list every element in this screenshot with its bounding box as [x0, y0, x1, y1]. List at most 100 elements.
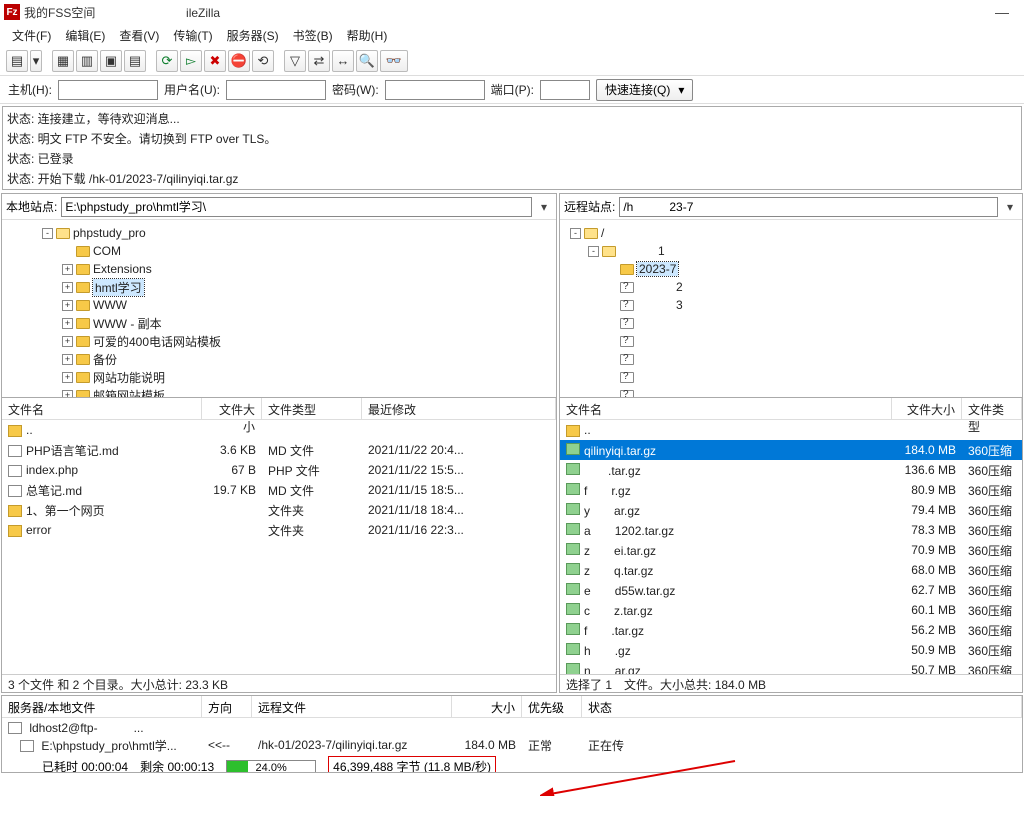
tree-node[interactable]: -/ — [560, 224, 1022, 242]
cancel-button[interactable]: ✖ — [204, 50, 226, 72]
qcol-server[interactable]: 服务器/本地文件 — [2, 696, 202, 717]
tb-localtree-icon[interactable]: ▥ — [76, 50, 98, 72]
menu-help[interactable]: 帮助(H) — [343, 25, 392, 46]
col-modified[interactable]: 最近修改 — [362, 398, 556, 419]
tree-node[interactable]: +WWW — [2, 296, 556, 314]
file-row[interactable]: f .tar.gz56.2 MB360压缩 — [560, 620, 1022, 640]
expand-icon[interactable]: + — [62, 300, 73, 311]
qcol-prio[interactable]: 优先级 — [522, 696, 582, 717]
status-log[interactable]: 状态: 连接建立，等待欢迎消息... 状态: 明文 FTP 不安全。请切换到 F… — [2, 106, 1022, 190]
col-name[interactable]: 文件名 — [2, 398, 202, 419]
quickconnect-button[interactable]: 快速连接(Q) ▾ — [596, 79, 693, 101]
menu-file[interactable]: 文件(F) — [8, 25, 55, 46]
expand-icon[interactable]: + — [62, 282, 73, 293]
local-path-input[interactable] — [61, 197, 532, 217]
expand-icon[interactable] — [606, 390, 617, 399]
file-row[interactable]: a 1202.tar.gz78.3 MB360压缩 — [560, 520, 1022, 540]
tree-node[interactable]: COM — [2, 242, 556, 260]
tree-node[interactable]: +备份 — [2, 350, 556, 368]
remote-path-prefix[interactable]: /h — [623, 200, 633, 214]
tb-processqueue-icon[interactable]: ▻ — [180, 50, 202, 72]
file-row[interactable]: .. — [560, 420, 1022, 440]
expand-icon[interactable] — [606, 282, 617, 293]
tb-queuepane-icon[interactable]: ▤ — [124, 50, 146, 72]
tree-node[interactable] — [560, 350, 1022, 368]
local-filelist[interactable]: 文件名 文件大小 文件类型 最近修改 ..PHP语言笔记.md3.6 KBMD … — [2, 398, 556, 674]
file-row[interactable]: 1、第一个网页文件夹2021/11/18 18:4... — [2, 500, 556, 520]
minimize-button[interactable]: — — [984, 1, 1020, 23]
file-row[interactable]: index.php67 BPHP 文件2021/11/22 15:5... — [2, 460, 556, 480]
file-row[interactable]: z q.tar.gz68.0 MB360压缩 — [560, 560, 1022, 580]
sitemanager-button[interactable]: ▤ — [6, 50, 28, 72]
col-type[interactable]: 文件类型 — [262, 398, 362, 419]
local-tree[interactable]: -phpstudy_proCOM+Extensions+hmtl学习+WWW+W… — [2, 220, 556, 398]
pass-input[interactable] — [385, 80, 485, 100]
file-row[interactable]: f r.gz80.9 MB360压缩 — [560, 480, 1022, 500]
file-row[interactable]: n ar.gz50.7 MB360压缩 — [560, 660, 1022, 674]
tree-node[interactable] — [560, 332, 1022, 350]
chevron-down-icon[interactable]: ▾ — [536, 200, 552, 214]
tree-node[interactable]: -phpstudy_pro — [2, 224, 556, 242]
expand-icon[interactable]: + — [62, 372, 73, 383]
tree-node[interactable] — [560, 314, 1022, 332]
col-type[interactable]: 文件类型 — [962, 398, 1022, 419]
expand-icon[interactable] — [606, 354, 617, 365]
file-row[interactable]: y ar.gz79.4 MB360压缩 — [560, 500, 1022, 520]
disconnect-button[interactable]: ⛔ — [228, 50, 250, 72]
remote-filelist[interactable]: 文件名 文件大小 文件类型 ..qilinyiqi.tar.gz184.0 MB… — [560, 398, 1022, 674]
find-button[interactable]: 👓 — [380, 50, 408, 72]
tree-node[interactable]: +Extensions — [2, 260, 556, 278]
tree-node[interactable]: +邮箱网站模板 — [2, 386, 556, 398]
col-name[interactable]: 文件名 — [560, 398, 892, 419]
file-row[interactable]: 总笔记.md19.7 KBMD 文件2021/11/15 18:5... — [2, 480, 556, 500]
menu-bookmark[interactable]: 书签(B) — [289, 25, 337, 46]
tree-node[interactable]: 2 — [560, 278, 1022, 296]
search-button[interactable]: 🔍 — [356, 50, 378, 72]
col-size[interactable]: 文件大小 — [892, 398, 962, 419]
expand-icon[interactable] — [606, 372, 617, 383]
expand-icon[interactable]: - — [588, 246, 599, 257]
tree-node[interactable]: +网站功能说明 — [2, 368, 556, 386]
tb-dropdown[interactable]: ▾ — [30, 50, 42, 72]
host-input[interactable] — [58, 80, 158, 100]
file-row[interactable]: e d55w.tar.gz62.7 MB360压缩 — [560, 580, 1022, 600]
file-row[interactable]: .. — [2, 420, 556, 440]
chevron-down-icon[interactable]: ▾ — [1002, 200, 1018, 214]
sync-button[interactable]: ↔ — [332, 50, 354, 72]
file-row[interactable]: z ei.tar.gz70.9 MB360压缩 — [560, 540, 1022, 560]
file-row[interactable]: qilinyiqi.tar.gz184.0 MB360压缩 — [560, 440, 1022, 460]
menu-view[interactable]: 查看(V) — [115, 25, 163, 46]
refresh-button[interactable]: ⟳ — [156, 50, 178, 72]
tb-remotetree-icon[interactable]: ▣ — [100, 50, 122, 72]
file-row[interactable]: c z.tar.gz60.1 MB360压缩 — [560, 600, 1022, 620]
expand-icon[interactable]: - — [570, 228, 581, 239]
qcol-dir[interactable]: 方向 — [202, 696, 252, 717]
file-row[interactable]: h .gz50.9 MB360压缩 — [560, 640, 1022, 660]
tree-node[interactable] — [560, 386, 1022, 398]
queue-item-row[interactable]: E:\phpstudy_pro\hmtl学... <<-- /hk-01/202… — [2, 736, 1022, 754]
filter-button[interactable]: ▽ — [284, 50, 306, 72]
expand-icon[interactable] — [606, 264, 617, 275]
menu-edit[interactable]: 编辑(E) — [61, 25, 109, 46]
expand-icon[interactable] — [606, 318, 617, 329]
col-size[interactable]: 文件大小 — [202, 398, 262, 419]
remote-tree[interactable]: -/- 12023-7 2 3 — [560, 220, 1022, 398]
qcol-remote[interactable]: 远程文件 — [252, 696, 452, 717]
tree-node[interactable]: +WWW - 副本 — [2, 314, 556, 332]
queue-server-row[interactable]: ldhost2@ftp- ... — [2, 718, 1022, 736]
tree-node[interactable]: +可爱的400电话网站模板 — [2, 332, 556, 350]
tree-node[interactable] — [560, 368, 1022, 386]
expand-icon[interactable]: + — [62, 264, 73, 275]
expand-icon[interactable] — [606, 300, 617, 311]
reconnect-button[interactable]: ⟲ — [252, 50, 274, 72]
port-input[interactable] — [540, 80, 590, 100]
menu-transfer[interactable]: 传输(T) — [169, 25, 216, 46]
tree-node[interactable]: +hmtl学习 — [2, 278, 556, 296]
transfer-queue[interactable]: 服务器/本地文件 方向 远程文件 大小 优先级 状态 ldhost2@ftp- … — [1, 695, 1023, 773]
compare-button[interactable]: ⇄ — [308, 50, 330, 72]
file-row[interactable]: .tar.gz136.6 MB360压缩 — [560, 460, 1022, 480]
menu-server[interactable]: 服务器(S) — [223, 25, 283, 46]
tb-logpane-icon[interactable]: ▦ — [52, 50, 74, 72]
expand-icon[interactable]: + — [62, 336, 73, 347]
tree-node[interactable]: 3 — [560, 296, 1022, 314]
